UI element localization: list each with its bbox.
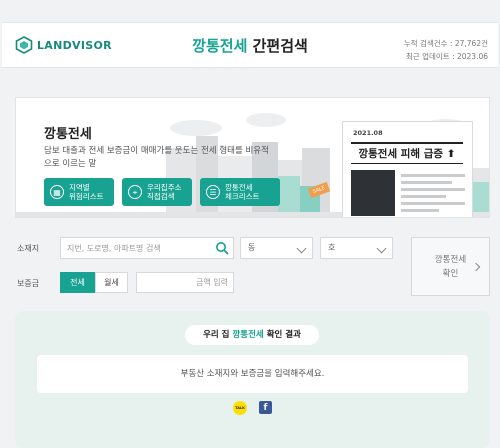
tab-jeonse[interactable]: 전세 [60,272,95,293]
ho-select-value: 호 [328,243,336,252]
result-title-prefix: 우리 집 [203,330,233,340]
result-message: 부동산 소재지와 보증금을 입력해주세요. [37,355,468,393]
stats-total-searches: 누적 검색건수 : 27,762건 [403,39,488,48]
newspaper-illustration: 2021.08 깡통전세 피해 급증 ⬆ [342,121,473,217]
news-text-lines [401,174,465,216]
address-search-label: 우리집주소 직접검색 [147,183,182,201]
region-risk-list-label: 지역별 위험리스트 [69,183,104,201]
checklist-button[interactable]: ☰ 깡통전세 체크리스트 [200,178,280,206]
region-risk-list-button[interactable]: ▦ 지역별 위험리스트 [44,178,114,206]
result-panel: 우리 집 깡통전세 확인 결과 부동산 소재지와 보증금을 입력해주세요. TA… [15,311,490,448]
result-title-suffix: 확인 결과 [263,330,301,340]
address-search-field [60,237,234,259]
tab-wolse[interactable]: 월세 [95,272,128,293]
checklist-icon: ☰ [206,185,220,199]
news-date: 2021.08 [353,129,383,137]
kakao-share-icon[interactable]: TALK [233,401,247,415]
checklist-label: 깡통전세 체크리스트 [225,183,260,201]
chevron-down-icon [376,243,387,254]
location-pin-icon: ⌖ [128,185,142,199]
facebook-share-icon[interactable]: f [259,401,272,414]
news-headline: 깡통전세 피해 급증 ⬆ [351,142,463,164]
banner-title: 깡통전세 [44,127,92,142]
deposit-label: 보증금 [17,279,40,288]
ho-select[interactable]: 호 [320,237,393,259]
page-title-accent: 깡통전세 [192,37,248,55]
amount-input[interactable] [142,276,228,289]
address-search-button[interactable]: ⌖ 우리집주소 직접검색 [122,178,192,206]
address-search-input[interactable] [67,241,207,255]
banner-description: 담보 대출과 전세 보증금이 매매가를 웃도는 전세 형태를 비유적으로 이르는… [44,146,269,169]
header: LANDVISOR 깡통전세 간편검색 누적 검색건수 : 27,762건 최근… [2,22,498,68]
result-title-accent: 깡통전세 [232,330,264,340]
search-stats: 누적 검색건수 : 27,762건 최근 업데이트 : 2023.06 [404,37,488,63]
page: LANDVISOR 깡통전세 간편검색 누적 검색건수 : 27,762건 최근… [0,0,500,448]
check-button[interactable]: 깡통전세 확인 [411,237,490,296]
dong-select[interactable]: 동 [240,237,313,259]
news-photo [351,170,395,216]
info-banner: 깡통전세 담보 대출과 전세 보증금이 매매가를 웃도는 전세 형태를 비유적으… [15,97,490,218]
result-title: 우리 집 깡통전세 확인 결과 [185,325,319,345]
building-icon: ▦ [50,185,64,199]
dong-select-value: 동 [248,243,256,252]
stats-last-updated: 최근 업데이트 : 2023.06 [405,52,488,61]
page-title-rest: 간편검색 [247,37,308,55]
search-icon[interactable] [215,241,229,255]
location-label: 소재지 [17,244,40,253]
chevron-down-icon [296,243,307,254]
amount-field [136,272,234,293]
